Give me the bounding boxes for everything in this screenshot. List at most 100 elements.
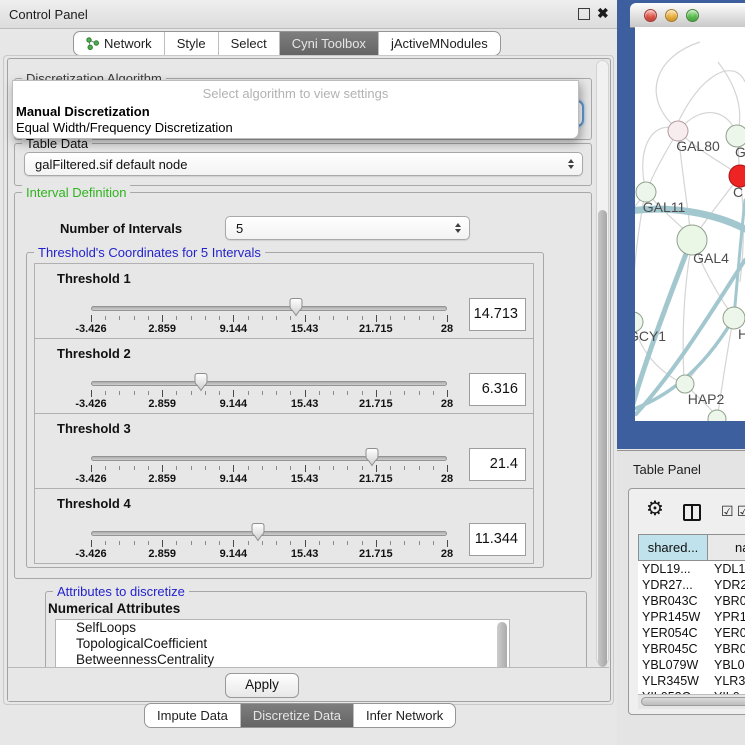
checkbox-checked-icon[interactable]: ☑ — [721, 503, 734, 520]
slider-tick-label: 15.43 — [291, 473, 319, 485]
slider-tick — [219, 466, 220, 470]
slider-tick — [119, 391, 120, 395]
attribute-item-topologicalcoefficient[interactable]: TopologicalCoefficient — [56, 636, 509, 652]
table-panel-title: Table Panel — [633, 462, 701, 477]
slider-tick — [134, 316, 135, 320]
table-cell-name: YDR2 — [709, 577, 745, 593]
slider-tick — [419, 466, 420, 470]
tab-jactivemnodules-label: jActiveMNodules — [391, 36, 488, 51]
slider-tick — [148, 316, 149, 320]
slider-tick-label: 28 — [441, 473, 453, 485]
network-edge — [676, 71, 745, 127]
table-horizontal-scrollbar[interactable] — [638, 694, 745, 709]
tab-cyni-toolbox[interactable]: Cyni Toolbox — [279, 32, 378, 55]
attribute-item-betweennesscentrality[interactable]: BetweennessCentrality — [56, 652, 509, 667]
network-canvas[interactable]: GAL80GCGAL11GAL4GCY1HHAP2 — [635, 27, 745, 421]
gear-icon[interactable]: ⚙ — [646, 496, 664, 521]
slider-tick — [347, 391, 348, 395]
float-window-icon[interactable] — [578, 8, 590, 20]
slider-tick — [262, 391, 263, 395]
attribute-item-selfloops[interactable]: SelfLoops — [56, 620, 509, 636]
table-row[interactable]: YPR145WYPR1 — [638, 609, 745, 625]
slider-tick — [376, 540, 377, 547]
tab-network-label: Network — [104, 36, 152, 51]
table-data-combobox[interactable]: galFiltered.sif default node — [24, 152, 583, 176]
slider-tick — [205, 466, 206, 470]
slider-tick-label: 28 — [441, 323, 453, 335]
table-row[interactable]: YBR045CYBR0 — [638, 641, 745, 657]
slider-tick — [305, 465, 306, 472]
settings-vertical-scrollbar-thumb[interactable] — [598, 210, 607, 667]
threshold-panel-4: Threshold 4-3.4262.8599.14415.4321.71528… — [34, 488, 534, 564]
table-cell-name: YBL0 — [709, 657, 745, 673]
slider-tick-label: 9.144 — [220, 323, 248, 335]
attributes-list-scrollbar[interactable] — [497, 622, 507, 667]
top-tab-bar: Network StyleSelect Cyni Toolbox jActiveMNo… — [73, 31, 501, 56]
tab-impute-data[interactable]: Impute Data — [145, 704, 240, 727]
slider-tick — [433, 391, 434, 395]
minimize-light[interactable] — [665, 9, 678, 22]
tab-discretize-data[interactable]: Discretize Data — [240, 704, 353, 727]
tab-style[interactable]: Style — [164, 32, 218, 55]
slider-thumb[interactable] — [288, 297, 304, 317]
column-header-shared-name[interactable]: shared... — [638, 534, 708, 561]
close-icon[interactable]: ✖ — [597, 5, 609, 22]
number-of-intervals-combobox[interactable]: 5 — [225, 216, 470, 240]
split-columns-icon[interactable] — [683, 504, 701, 521]
slider-tick — [404, 466, 405, 470]
tab-jactivemnodules[interactable]: jActiveMNodules — [378, 32, 500, 55]
threshold-value-field[interactable]: 6.316 — [469, 373, 526, 406]
slider-track[interactable] — [91, 456, 447, 461]
network-node-label: GCY1 — [635, 328, 666, 344]
apply-button[interactable]: Apply — [225, 673, 299, 698]
slider-track[interactable] — [91, 381, 447, 386]
threshold-value-field[interactable]: 21.4 — [469, 448, 526, 481]
zoom-light[interactable] — [686, 9, 699, 22]
tab-infer-network[interactable]: Infer Network — [353, 704, 455, 727]
slider-tick-label: -3.426 — [75, 548, 106, 560]
numerical-attributes-list[interactable]: SelfLoopsTopologicalCoefficientBetweenne… — [55, 619, 510, 667]
network-node[interactable] — [708, 410, 726, 421]
attributes-list-scrollbar-thumb[interactable] — [497, 622, 507, 667]
algorithm-option-manual[interactable]: Manual Discretization — [16, 104, 150, 119]
checkbox-checked-icon[interactable]: ☑ — [737, 503, 745, 520]
slider-tick — [233, 315, 234, 322]
tab-select[interactable]: Select — [218, 32, 279, 55]
column-header-name[interactable]: na — [708, 534, 745, 561]
slider-thumb[interactable] — [193, 372, 209, 392]
slider-track[interactable] — [91, 306, 447, 311]
slider-tick — [262, 466, 263, 470]
table-horizontal-scrollbar-thumb[interactable] — [641, 697, 745, 706]
slider-thumb[interactable] — [364, 447, 380, 467]
table-row[interactable]: YDL19...YDL1 — [638, 561, 745, 577]
close-light[interactable] — [644, 9, 657, 22]
threshold-value-field[interactable]: 14.713 — [469, 298, 526, 331]
threshold-label: Threshold 2 — [57, 346, 131, 361]
table-cell-shared-name: YLR345W — [638, 673, 709, 689]
threshold-value-field[interactable]: 11.344 — [469, 523, 526, 556]
slider-track[interactable] — [91, 531, 447, 536]
table-row[interactable]: YLR345WYLR3 — [638, 673, 745, 689]
table-cell-shared-name: YBL079W — [638, 657, 709, 673]
network-window-titlebar[interactable] — [630, 3, 745, 28]
table-row[interactable]: YDR27...YDR2 — [638, 577, 745, 593]
network-node-label: GAL4 — [693, 250, 729, 266]
network-icon — [86, 37, 99, 50]
slider-thumb[interactable] — [250, 522, 266, 542]
table-row[interactable]: YBL079WYBL0 — [638, 657, 745, 673]
tab-network[interactable]: Network — [74, 32, 164, 55]
tab-cyni-toolbox-label: Cyni Toolbox — [292, 36, 366, 51]
table-row[interactable]: YER054CYER0 — [638, 625, 745, 641]
slider-tick-label: 21.715 — [359, 473, 393, 485]
apply-bar: Apply — [8, 667, 609, 701]
network-node-label: C — [733, 184, 743, 200]
slider-tick-label: 2.859 — [148, 473, 176, 485]
table-row[interactable]: YBR043CYBR0 — [638, 593, 745, 609]
slider-tick-label: 15.43 — [291, 323, 319, 335]
slider-tick — [91, 540, 92, 547]
control-panel-header: Control Panel ✖ — [0, 0, 617, 29]
algorithm-option-equal-width[interactable]: Equal Width/Frequency Discretization — [16, 120, 233, 135]
slider-tick-label: 9.144 — [220, 548, 248, 560]
algorithm-dropdown-popup: Select algorithm to view settings Manual… — [12, 80, 579, 139]
settings-vertical-scrollbar[interactable] — [596, 60, 609, 665]
